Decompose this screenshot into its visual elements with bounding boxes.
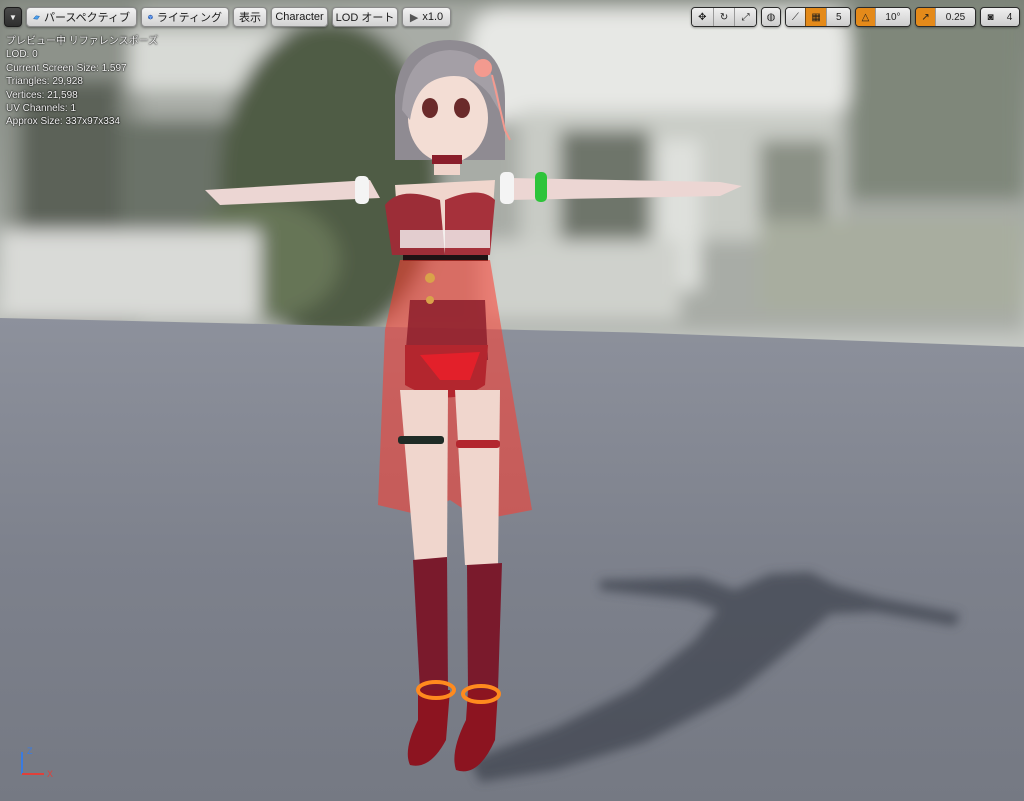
- lod-label: LOD オート: [335, 12, 395, 24]
- viewport-options-button[interactable]: ▼: [4, 7, 22, 27]
- perspective-button[interactable]: パースペクティブ: [26, 7, 137, 27]
- vertices-stat: Vertices: 21,598: [6, 89, 78, 101]
- perspective-label: パースペクティブ: [43, 12, 130, 24]
- scale-snap-icon[interactable]: ↗: [916, 8, 936, 26]
- lod-button[interactable]: LOD オート: [332, 7, 398, 27]
- grid-snap-group: ⟋ ▦ 5: [785, 7, 851, 27]
- lighting-button[interactable]: ライティング: [141, 7, 229, 27]
- scale-snap-group: ↗ 0.25: [915, 7, 976, 27]
- surface-snap-icon[interactable]: ⟋: [786, 8, 805, 26]
- screen-size-stat: Current Screen Size: 1.597: [6, 62, 127, 74]
- grid-snap-value[interactable]: 5: [826, 8, 850, 26]
- x-axis-label: X: [47, 769, 53, 779]
- show-label: 表示: [239, 12, 261, 24]
- translate-icon[interactable]: ✥: [692, 8, 713, 26]
- preview-mode-label: プレビュー中 リファレンスポーズ: [6, 36, 159, 47]
- lod-stat: LOD: 0: [6, 49, 38, 61]
- rotate-icon[interactable]: ↻: [712, 8, 735, 26]
- perspective-camera-icon: [33, 14, 40, 20]
- uv-channels-stat: UV Channels: 1: [6, 103, 77, 115]
- viewport-toolbar: ▼ パースペクティブ ライティング 表示 Character LOD オート ▶…: [0, 0, 1024, 34]
- approx-size-stat: Approx Size: 337x97x334: [6, 116, 120, 128]
- camera-speed-group: ◙ 4: [980, 7, 1020, 27]
- chevron-down-icon: ▼: [9, 12, 17, 22]
- character-button[interactable]: Character: [271, 7, 328, 27]
- playback-speed-button[interactable]: ▶ x1.0: [402, 7, 451, 27]
- scale-snap-value[interactable]: 0.25: [935, 8, 975, 26]
- globe-icon[interactable]: ◍: [762, 8, 780, 26]
- coordinate-space-group: ◍: [761, 7, 781, 27]
- camera-speed-icon[interactable]: ◙: [981, 8, 1000, 26]
- axis-gizmo: Z X: [21, 746, 53, 779]
- lighting-label: ライティング: [156, 12, 222, 24]
- grid-icon[interactable]: ▦: [804, 8, 827, 26]
- triangles-stat: Triangles: 29,928: [6, 76, 83, 88]
- play-icon: ▶: [409, 11, 419, 24]
- character-label: Character: [275, 11, 324, 23]
- rotation-snap-group: △ 10°: [855, 7, 911, 27]
- transform-mode-group: ✥ ↻ ⤢: [691, 7, 757, 27]
- viewport-stats: プレビュー中 リファレンスポーズ LOD: 0 Current Screen S…: [6, 35, 158, 129]
- angle-snap-icon[interactable]: △: [856, 8, 875, 26]
- playback-speed-label: x1.0: [422, 11, 444, 23]
- camera-speed-value[interactable]: 4: [1000, 8, 1019, 26]
- show-button[interactable]: 表示: [233, 7, 267, 27]
- rotation-snap-value[interactable]: 10°: [874, 8, 910, 26]
- scale-icon[interactable]: ⤢: [734, 8, 756, 26]
- lit-cube-icon: [148, 14, 153, 20]
- z-axis-label: Z: [27, 746, 33, 756]
